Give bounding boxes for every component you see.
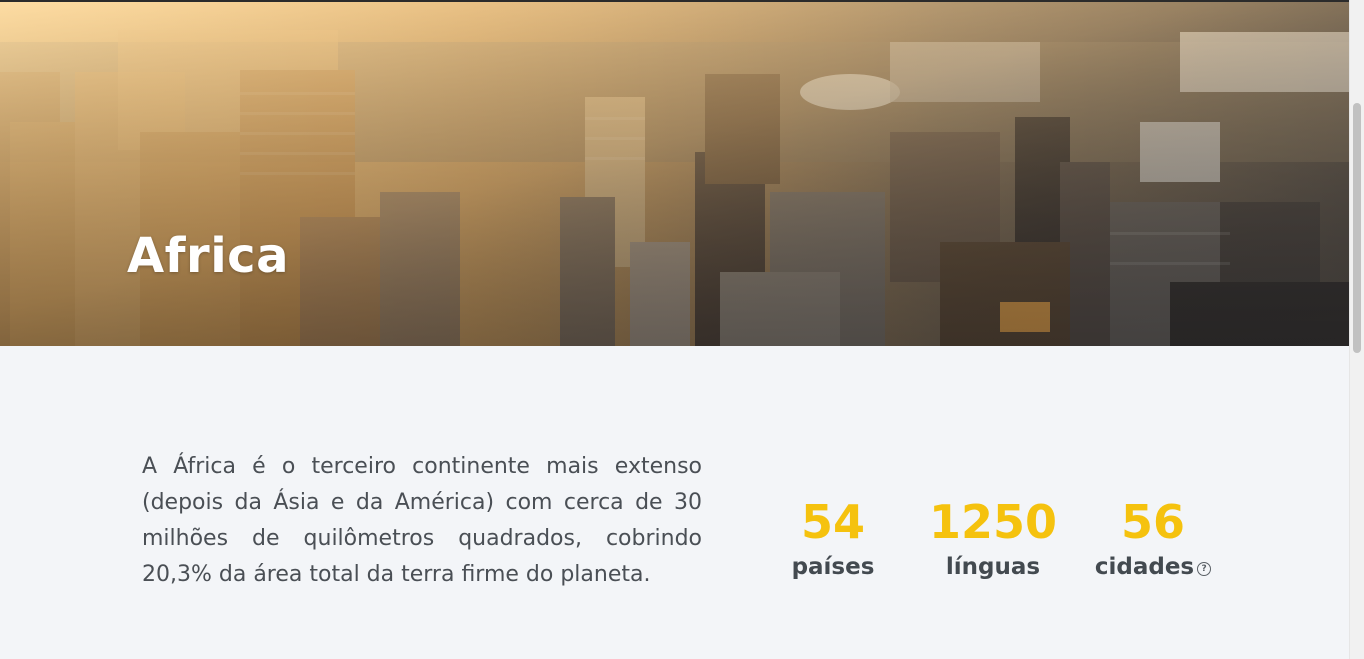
stat-cities-value: 56 [1120,495,1185,549]
stat-countries-value: 54 [800,495,865,549]
continent-description: A África é o terceiro continente mais ex… [142,454,702,587]
stat-cities-label: cidades [1094,554,1195,580]
page-scrollbar[interactable] [1349,0,1364,659]
stat-languages-value: 1250 [928,495,1058,549]
stat-countries-label: países [791,554,875,580]
stat-languages: 1250 línguas [918,492,1068,582]
stat-countries: 54 países [758,492,908,582]
scrollbar-thumb[interactable] [1353,103,1361,353]
help-icon[interactable]: ? [1197,561,1212,576]
stat-languages-label: línguas [945,554,1041,580]
page-title: Africa [127,228,289,284]
hero-city-image [0,2,1349,346]
hero-banner: Africa [0,2,1349,346]
stat-cities: 56 cidades? [1078,492,1228,582]
